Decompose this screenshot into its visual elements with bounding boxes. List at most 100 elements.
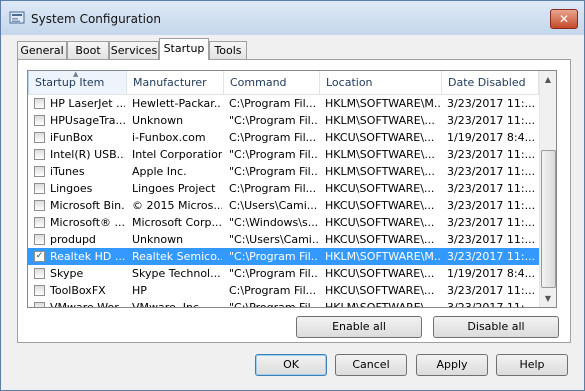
cell-command: "C:\Program Fil... [229, 148, 318, 161]
cell-location: HKCU\SOFTWARE\... [325, 131, 435, 144]
tab-tools[interactable]: Tools [209, 41, 247, 59]
enable-all-button[interactable]: Enable all [296, 316, 422, 338]
cell-date-disabled: 1/19/2017 8:4... [447, 267, 536, 280]
cell-startup-item: produpd [50, 233, 96, 246]
title-bar: System Configuration ✕ [1, 1, 584, 35]
cell-manufacturer: Intel Corporation [132, 148, 222, 161]
cell-date-disabled: 3/23/2017 11:... [447, 114, 536, 127]
cell-manufacturer: Unknown [132, 114, 184, 127]
cell-location: HKCU\SOFTWARE\... [325, 267, 435, 280]
column-header-location[interactable]: Location [320, 71, 442, 94]
column-header-command[interactable]: Command [224, 71, 320, 94]
cell-location: HKCU\SOFTWARE\... [325, 233, 435, 246]
cell-location: HKLM\SOFTWARE\M... [325, 250, 440, 263]
tab-services[interactable]: Services [109, 41, 159, 59]
cell-startup-item: HP LaserJet ... [50, 97, 125, 110]
tab-startup[interactable]: Startup [159, 38, 209, 60]
sort-ascending-icon: ▲ [73, 71, 79, 78]
cell-startup-item: Lingoes [50, 182, 93, 195]
cell-location: HKLM\SOFTWARE\... [325, 301, 435, 308]
cell-date-disabled: 1/19/2017 8:4... [447, 131, 536, 144]
cell-startup-item: VMware Wor... [50, 301, 125, 308]
apply-button[interactable]: Apply [416, 354, 488, 376]
cell-manufacturer: Apple Inc. [132, 165, 187, 178]
cell-date-disabled: 3/23/2017 11:... [447, 216, 536, 229]
system-configuration-window: System Configuration ✕ General Boot Serv… [0, 0, 585, 391]
cell-manufacturer: Microsoft Corp... [132, 216, 222, 229]
cell-command: "C:\Program Fil... [229, 250, 318, 263]
table-row[interactable]: Intel(R) USB... Intel Corporation "C:\Prog… [28, 146, 539, 163]
table-row[interactable]: produpd Unknown "C:\Users\Cami... HKCU\SOFT… [28, 231, 539, 248]
column-header-startup-item[interactable]: ▲ Startup Item [28, 71, 127, 94]
column-header-date-disabled[interactable]: Date Disabled [442, 71, 539, 94]
cell-location: HKLM\SOFTWARE\... [325, 114, 435, 127]
cell-manufacturer: Unknown [132, 233, 184, 246]
cell-manufacturer: © 2015 Micros... [132, 199, 222, 212]
scroll-down-icon[interactable]: ▼ [540, 290, 556, 307]
table-row[interactable]: Microsoft® ... Microsoft Corp... "C:\Windo… [28, 214, 539, 231]
cancel-button[interactable]: Cancel [335, 354, 407, 376]
cell-location: HKLM\SOFTWARE\... [325, 165, 435, 178]
table-row[interactable]: iFunBox i-Funbox.com C:\Program Fil... HKCU… [28, 129, 539, 146]
cell-date-disabled: 3/23/2017 11:... [447, 165, 536, 178]
table-row[interactable]: HP LaserJet ... Hewlett-Packar... C:\Progr… [28, 95, 539, 112]
cell-command: C:\Program Fil... [229, 131, 317, 144]
cell-location: HKLM\SOFTWARE\... [325, 148, 435, 161]
tab-boot[interactable]: Boot [67, 41, 109, 59]
cell-manufacturer: Hewlett-Packar... [132, 97, 222, 110]
column-header-manufacturer[interactable]: Manufacturer [127, 71, 224, 94]
table-row[interactable]: ToolBoxFX HP C:\Program Fil... HKCU\SOFTWAR… [28, 282, 539, 299]
cell-startup-item: iTunes [50, 165, 85, 178]
cell-location: HKCU\SOFTWARE\... [325, 216, 435, 229]
cell-startup-item: ToolBoxFX [50, 284, 106, 297]
startup-items-list: ▲ Startup Item Manufacturer Command Loca… [27, 70, 557, 308]
startup-item-checkbox[interactable] [34, 98, 45, 109]
table-row[interactable]: HPUsageTra... Unknown "C:\Program Fil... HK… [28, 112, 539, 129]
scrollbar-thumb[interactable] [541, 150, 556, 288]
table-row[interactable]: Lingoes Lingoes Project C:\Program Fil... H… [28, 180, 539, 197]
table-row[interactable]: ✓ Realtek HD ... Realtek Semico... "C:\Prog… [28, 248, 539, 265]
cell-command: "C:\Windows\s... [229, 216, 318, 229]
cell-manufacturer: Realtek Semico... [132, 250, 222, 263]
startup-item-checkbox[interactable] [34, 115, 45, 126]
close-button[interactable]: ✕ [550, 9, 578, 29]
ok-button[interactable]: OK [255, 354, 327, 376]
startup-item-checkbox[interactable] [34, 285, 45, 296]
table-row[interactable]: iTunes Apple Inc. "C:\Program Fil... HKLM\S… [28, 163, 539, 180]
startup-item-checkbox[interactable]: ✓ [34, 251, 45, 262]
startup-item-checkbox[interactable] [34, 234, 45, 245]
table-row[interactable]: Microsoft Bin... © 2015 Micros... C:\Users… [28, 197, 539, 214]
help-button[interactable]: Help [496, 354, 568, 376]
cell-date-disabled: 3/23/2017 11:... [447, 250, 536, 263]
startup-item-checkbox[interactable] [34, 166, 45, 177]
scroll-up-icon[interactable]: ▲ [540, 71, 556, 88]
startup-item-checkbox[interactable] [34, 132, 45, 143]
cell-startup-item: HPUsageTra... [50, 114, 125, 127]
cell-startup-item: iFunBox [50, 131, 94, 144]
vertical-scrollbar[interactable]: ▲ ▼ [539, 71, 556, 307]
msconfig-icon [9, 11, 25, 24]
startup-item-checkbox[interactable] [34, 217, 45, 228]
disable-all-button[interactable]: Disable all [433, 316, 559, 338]
cell-command: "C:\Users\Cami... [229, 233, 318, 246]
startup-item-checkbox[interactable] [34, 200, 45, 211]
cell-startup-item: Skype [50, 267, 84, 280]
cell-date-disabled: 3/23/2017 11:... [447, 97, 536, 110]
cell-location: HKCU\SOFTWARE\... [325, 284, 435, 297]
table-row[interactable]: VMware Wor... VMware, Inc. "C:\Program Fil… [28, 299, 539, 308]
cell-startup-item: Microsoft Bin... [50, 199, 125, 212]
cell-command: "C:\Program Fil... [229, 301, 318, 308]
cell-command: "C:\Program Fil... [229, 165, 318, 178]
cell-location: HKCU\SOFTWARE\... [325, 182, 435, 195]
cell-date-disabled: 3/23/2017 11:... [447, 284, 536, 297]
cell-date-disabled: 3/23/2017 11:... [447, 233, 536, 246]
startup-item-checkbox[interactable] [34, 302, 45, 307]
startup-item-checkbox[interactable] [34, 183, 45, 194]
table-row[interactable]: Skype Skype Technol... "C:\Program Fil... H… [28, 265, 539, 282]
tab-general[interactable]: General [17, 41, 67, 59]
cell-command: C:\Program Fil... [229, 284, 317, 297]
startup-item-checkbox[interactable] [34, 149, 45, 160]
startup-item-checkbox[interactable] [34, 268, 45, 279]
cell-command: "C:\Program Fil... [229, 267, 318, 280]
cell-date-disabled: 3/23/2017 11:... [447, 148, 536, 161]
